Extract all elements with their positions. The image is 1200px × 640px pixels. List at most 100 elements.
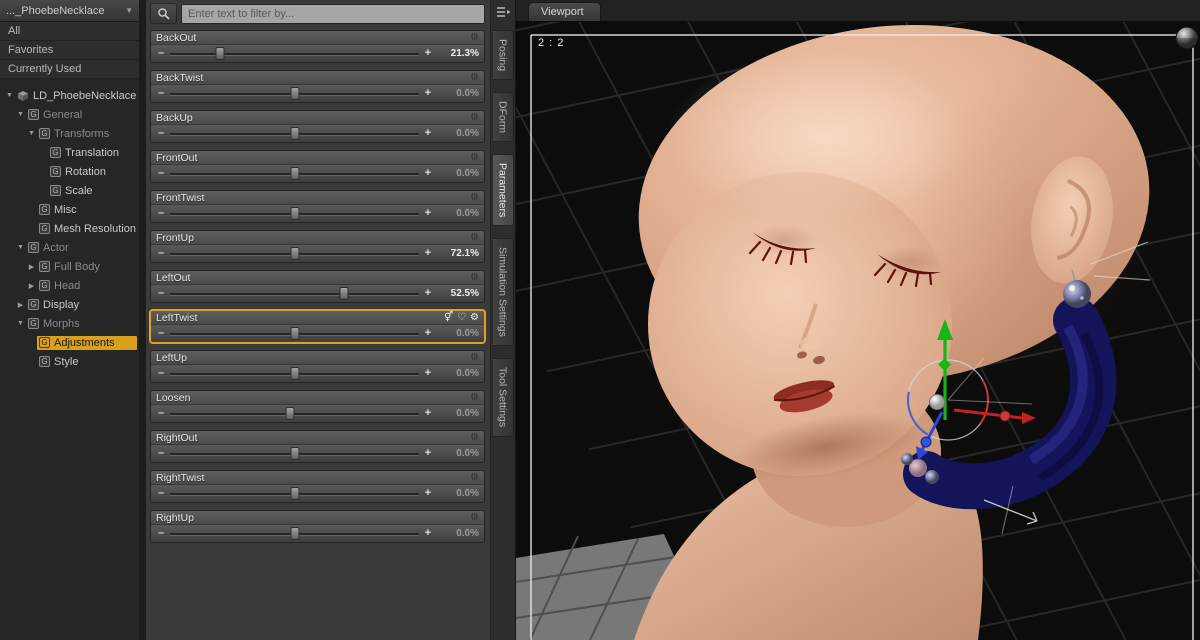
nudge-up-button[interactable]: + [423,168,433,179]
expanded-arrow-icon[interactable]: ▼ [4,92,15,99]
slider-handle[interactable] [285,407,295,420]
gear-icon[interactable]: ⚙ [470,432,479,443]
nudge-up-button[interactable]: + [423,248,433,259]
slider-track[interactable] [170,367,419,380]
gear-icon[interactable]: ⚙ [470,512,479,523]
tree-item-head[interactable]: ▶ G Head [0,276,139,295]
nudge-up-button[interactable]: + [423,48,433,59]
slider-handle[interactable] [290,447,299,460]
gear-icon[interactable]: ⚙ [470,72,479,83]
nudge-up-button[interactable]: + [423,128,433,139]
heart-icon[interactable]: ♡ [457,312,466,323]
slider-handle[interactable] [215,47,225,60]
viewport-3d-canvas[interactable]: 2 : 2 [516,22,1200,640]
tab-posing[interactable]: Posing [492,30,514,81]
nudge-down-button[interactable]: – [156,448,166,459]
nudge-up-button[interactable]: + [423,488,433,499]
sidebar-item-currently-used[interactable]: Currently Used [0,60,139,79]
collapsed-arrow-icon[interactable]: ▶ [26,282,37,290]
slider-handle[interactable] [339,287,349,300]
tab-simulation-settings[interactable]: Simulation Settings [492,238,514,347]
nudge-down-button[interactable]: – [156,48,166,59]
gear-icon[interactable]: ⚙ [470,352,479,363]
tree-item-adjustments[interactable]: G Adjustments [0,333,139,352]
nudge-down-button[interactable]: – [156,248,166,259]
tab-dform[interactable]: DForm [492,92,514,143]
nudge-down-button[interactable]: – [156,328,166,339]
search-button[interactable] [150,3,177,24]
tree-item-transforms[interactable]: ▼ G Transforms [0,124,139,143]
slider-track[interactable] [170,47,419,60]
tree-item-display[interactable]: ▶ G Display [0,295,139,314]
gear-icon[interactable]: ⚙ [470,472,479,483]
slider-handle[interactable] [290,167,299,180]
gear-icon[interactable]: ⚙ [470,152,479,163]
tab-viewport[interactable]: Viewport [528,2,601,21]
slider-track[interactable] [170,527,419,540]
gear-icon[interactable]: ⚙ [470,312,479,323]
expanded-arrow-icon[interactable]: ▼ [15,244,26,251]
tree-item-mesh-resolution[interactable]: G Mesh Resolution [0,219,139,238]
tree-item-morphs[interactable]: ▼ G Morphs [0,314,139,333]
tree-item-ld-phoebenecklace[interactable]: ▼ LD_PhoebeNecklace [0,86,139,105]
scene-node-dropdown[interactable]: ..._PhoebeNecklace ▼ [0,0,139,22]
nudge-down-button[interactable]: – [156,88,166,99]
tab-parameters[interactable]: Parameters [492,154,514,227]
slider-track[interactable] [170,247,419,260]
gear-icon[interactable]: ⚙ [470,392,479,403]
nudge-up-button[interactable]: + [423,328,433,339]
expanded-arrow-icon[interactable]: ▼ [15,320,26,327]
slider-handle[interactable] [290,247,299,260]
sidebar-item-all[interactable]: All [0,22,139,41]
sidebar-item-favorites[interactable]: Favorites [0,41,139,60]
gear-icon[interactable]: ⚙ [470,272,479,283]
tree-item-misc[interactable]: G Misc [0,200,139,219]
slider-handle[interactable] [290,367,299,380]
nudge-up-button[interactable]: + [423,288,433,299]
tree-item-rotation[interactable]: G Rotation [0,162,139,181]
collapsed-arrow-icon[interactable]: ▶ [15,301,26,309]
nudge-down-button[interactable]: – [156,288,166,299]
slider-track[interactable] [170,327,419,340]
nudge-down-button[interactable]: – [156,528,166,539]
collapsed-arrow-icon[interactable]: ▶ [26,263,37,271]
gear-icon[interactable]: ⚙ [470,232,479,243]
slider-track[interactable] [170,87,419,100]
view-orbit-sphere[interactable] [1175,26,1199,50]
nudge-down-button[interactable]: – [156,368,166,379]
slider-track[interactable] [170,167,419,180]
slider-track[interactable] [170,487,419,500]
tree-item-full-body[interactable]: ▶ G Full Body [0,257,139,276]
tree-item-style[interactable]: G Style [0,352,139,371]
tree-item-translation[interactable]: G Translation [0,143,139,162]
filter-input[interactable] [181,3,485,24]
nudge-down-button[interactable]: – [156,128,166,139]
slider-track[interactable] [170,287,419,300]
expanded-arrow-icon[interactable]: ▼ [26,130,37,137]
nudge-up-button[interactable]: + [423,408,433,419]
gear-icon[interactable]: ⚙ [470,192,479,203]
gender-icon[interactable]: ⚥ [444,312,453,323]
nudge-up-button[interactable]: + [423,528,433,539]
slider-track[interactable] [170,127,419,140]
nudge-down-button[interactable]: – [156,168,166,179]
nudge-down-button[interactable]: – [156,408,166,419]
nudge-down-button[interactable]: – [156,208,166,219]
slider-handle[interactable] [290,327,299,340]
gear-icon[interactable]: ⚙ [470,112,479,123]
slider-track[interactable] [170,207,419,220]
tree-item-scale[interactable]: G Scale [0,181,139,200]
gear-icon[interactable]: ⚙ [470,32,479,43]
slider-track[interactable] [170,447,419,460]
slider-handle[interactable] [290,127,299,140]
nudge-up-button[interactable]: + [423,208,433,219]
nudge-down-button[interactable]: – [156,488,166,499]
slider-handle[interactable] [290,527,299,540]
nudge-up-button[interactable]: + [423,88,433,99]
nudge-up-button[interactable]: + [423,448,433,459]
tree-item-general[interactable]: ▼ G General [0,105,139,124]
expanded-arrow-icon[interactable]: ▼ [15,111,26,118]
tree-item-actor[interactable]: ▼ G Actor [0,238,139,257]
slider-handle[interactable] [290,207,299,220]
nudge-up-button[interactable]: + [423,368,433,379]
